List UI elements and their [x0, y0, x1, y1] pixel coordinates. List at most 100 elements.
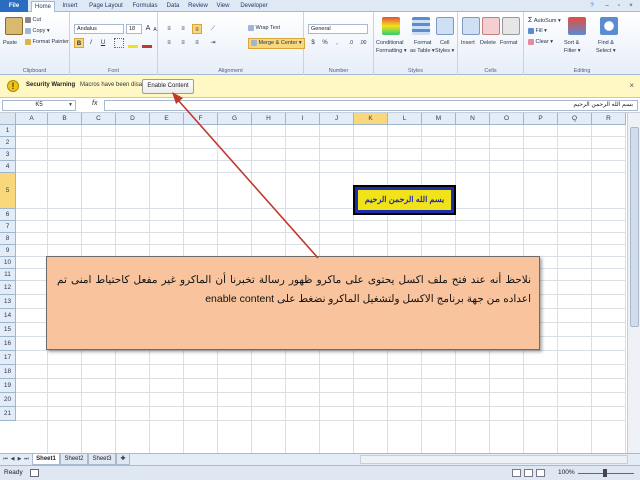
- column-header-a[interactable]: A: [16, 113, 48, 125]
- tab-formulas[interactable]: Formulas: [129, 1, 161, 12]
- italic-button[interactable]: I: [86, 38, 96, 48]
- tab-page-layout[interactable]: Page Layout: [85, 1, 127, 12]
- binoculars-icon[interactable]: [600, 17, 618, 35]
- align-bottom-icon[interactable]: ≡: [192, 24, 202, 34]
- column-header-e[interactable]: E: [150, 113, 184, 125]
- font-size-select[interactable]: 18: [126, 24, 142, 34]
- zoom-slider-handle[interactable]: [603, 469, 607, 477]
- orientation-icon[interactable]: ⟋: [208, 24, 218, 34]
- delete-cells-icon[interactable]: [482, 17, 500, 35]
- next-sheet-icon[interactable]: ▶: [16, 455, 23, 464]
- column-header-k[interactable]: K: [354, 113, 388, 125]
- insert-cells-icon[interactable]: [462, 17, 480, 35]
- tab-developer[interactable]: Developer: [235, 1, 273, 12]
- align-left-icon[interactable]: ≡: [164, 38, 174, 48]
- first-sheet-icon[interactable]: ⏮: [2, 455, 9, 464]
- row-header-16[interactable]: 16: [0, 337, 16, 351]
- row-header-21[interactable]: 21: [0, 407, 16, 421]
- insert-sheet-icon[interactable]: ✚: [116, 454, 130, 465]
- column-header-c[interactable]: C: [82, 113, 116, 125]
- row-header-19[interactable]: 19: [0, 379, 16, 393]
- row-header-2[interactable]: 2: [0, 137, 16, 149]
- clear-button[interactable]: Clear ▾: [528, 38, 553, 47]
- chevron-down-icon[interactable]: ▼: [68, 102, 73, 108]
- conditional-formatting-icon[interactable]: [382, 17, 400, 35]
- page-break-view-icon[interactable]: [536, 469, 545, 477]
- row-header-7[interactable]: 7: [0, 221, 16, 233]
- column-header-g[interactable]: G: [218, 113, 252, 125]
- paste-button[interactable]: Paste: [3, 39, 17, 48]
- wrap-text-button[interactable]: Wrap Text: [248, 24, 280, 33]
- align-top-icon[interactable]: ≡: [164, 24, 174, 34]
- row-header-10[interactable]: 10: [0, 257, 16, 269]
- format-cells-icon[interactable]: [502, 17, 520, 35]
- cell-k5[interactable]: بسم الله الرحمن الرحيم: [353, 185, 456, 215]
- column-header-m[interactable]: M: [422, 113, 456, 125]
- column-header-f[interactable]: F: [184, 113, 218, 125]
- column-header-q[interactable]: Q: [558, 113, 592, 125]
- vertical-scrollbar[interactable]: [627, 113, 640, 453]
- row-header-9[interactable]: 9: [0, 245, 16, 257]
- tab-review[interactable]: Review: [185, 1, 211, 12]
- fill-button[interactable]: Fill ▾: [528, 27, 547, 36]
- format-painter-button[interactable]: Format Painter: [25, 38, 69, 47]
- row-header-3[interactable]: 3: [0, 149, 16, 161]
- select-all-corner[interactable]: [0, 113, 16, 125]
- prev-sheet-icon[interactable]: ◀: [9, 455, 16, 464]
- tab-view[interactable]: View: [213, 1, 233, 12]
- row-header-5[interactable]: 5: [0, 173, 16, 209]
- column-header-r[interactable]: R: [592, 113, 626, 125]
- column-header-j[interactable]: J: [320, 113, 354, 125]
- align-center-icon[interactable]: ≡: [178, 38, 188, 48]
- row-header-14[interactable]: 14: [0, 309, 16, 323]
- merge-center-button[interactable]: Merge & Center ▾: [248, 38, 305, 49]
- comma-button[interactable]: ,: [332, 38, 342, 48]
- row-header-20[interactable]: 20: [0, 393, 16, 407]
- row-header-6[interactable]: 6: [0, 209, 16, 221]
- percent-button[interactable]: %: [320, 38, 330, 48]
- column-header-n[interactable]: N: [456, 113, 490, 125]
- column-header-d[interactable]: D: [116, 113, 150, 125]
- autosum-button[interactable]: Σ AutoSum ▾: [528, 16, 561, 26]
- decrease-decimal-icon[interactable]: .00: [358, 38, 368, 48]
- column-header-l[interactable]: L: [388, 113, 422, 125]
- delete-cells-button[interactable]: Delete: [480, 39, 496, 48]
- underline-button[interactable]: U: [98, 38, 108, 48]
- sort-filter-sub[interactable]: Filter ▾: [564, 47, 581, 56]
- column-header-h[interactable]: H: [252, 113, 286, 125]
- worksheet-grid[interactable]: ABCDEFGHIJKLMNOPQR 1 2 3 4 5 6 7 8 9 10 11 12 13 14 15…: [0, 113, 640, 453]
- align-right-icon[interactable]: ≡: [192, 38, 202, 48]
- fill-color-icon[interactable]: [128, 38, 138, 48]
- font-name-select[interactable]: Andalus: [74, 24, 124, 34]
- horizontal-scrollbar[interactable]: [360, 455, 628, 464]
- row-header-15[interactable]: 15: [0, 323, 16, 337]
- column-header-p[interactable]: P: [524, 113, 558, 125]
- cut-button[interactable]: Cut: [25, 16, 41, 25]
- row-header-13[interactable]: 13: [0, 295, 16, 309]
- conditional-formatting-sub[interactable]: Formatting ▾: [376, 47, 407, 56]
- bold-button[interactable]: B: [74, 38, 84, 48]
- row-header-4[interactable]: 4: [0, 161, 16, 173]
- column-header-i[interactable]: I: [286, 113, 320, 125]
- row-header-18[interactable]: 18: [0, 365, 16, 379]
- sheet-tab-2[interactable]: Sheet2: [60, 454, 88, 465]
- normal-view-icon[interactable]: [512, 469, 521, 477]
- tab-data[interactable]: Data: [163, 1, 183, 12]
- number-format-select[interactable]: General: [308, 24, 368, 34]
- page-layout-view-icon[interactable]: [524, 469, 533, 477]
- row-header-12[interactable]: 12: [0, 281, 16, 295]
- row-header-17[interactable]: 17: [0, 351, 16, 365]
- sheet-tab-1[interactable]: Sheet1: [32, 454, 60, 465]
- increase-decimal-icon[interactable]: .0: [346, 38, 356, 48]
- close-icon[interactable]: ×: [626, 1, 636, 12]
- formula-input[interactable]: بسم الله الرحمن الرحيم: [104, 100, 638, 111]
- name-box[interactable]: K5: [2, 100, 76, 111]
- borders-icon[interactable]: [114, 38, 124, 48]
- macro-record-icon[interactable]: [30, 469, 39, 477]
- font-color-icon[interactable]: [142, 38, 152, 48]
- align-middle-icon[interactable]: ≡: [178, 24, 188, 34]
- tab-file[interactable]: File: [0, 0, 28, 12]
- insert-cells-button[interactable]: Insert: [461, 39, 475, 48]
- column-header-o[interactable]: O: [490, 113, 524, 125]
- zoom-level[interactable]: 100%: [558, 469, 575, 476]
